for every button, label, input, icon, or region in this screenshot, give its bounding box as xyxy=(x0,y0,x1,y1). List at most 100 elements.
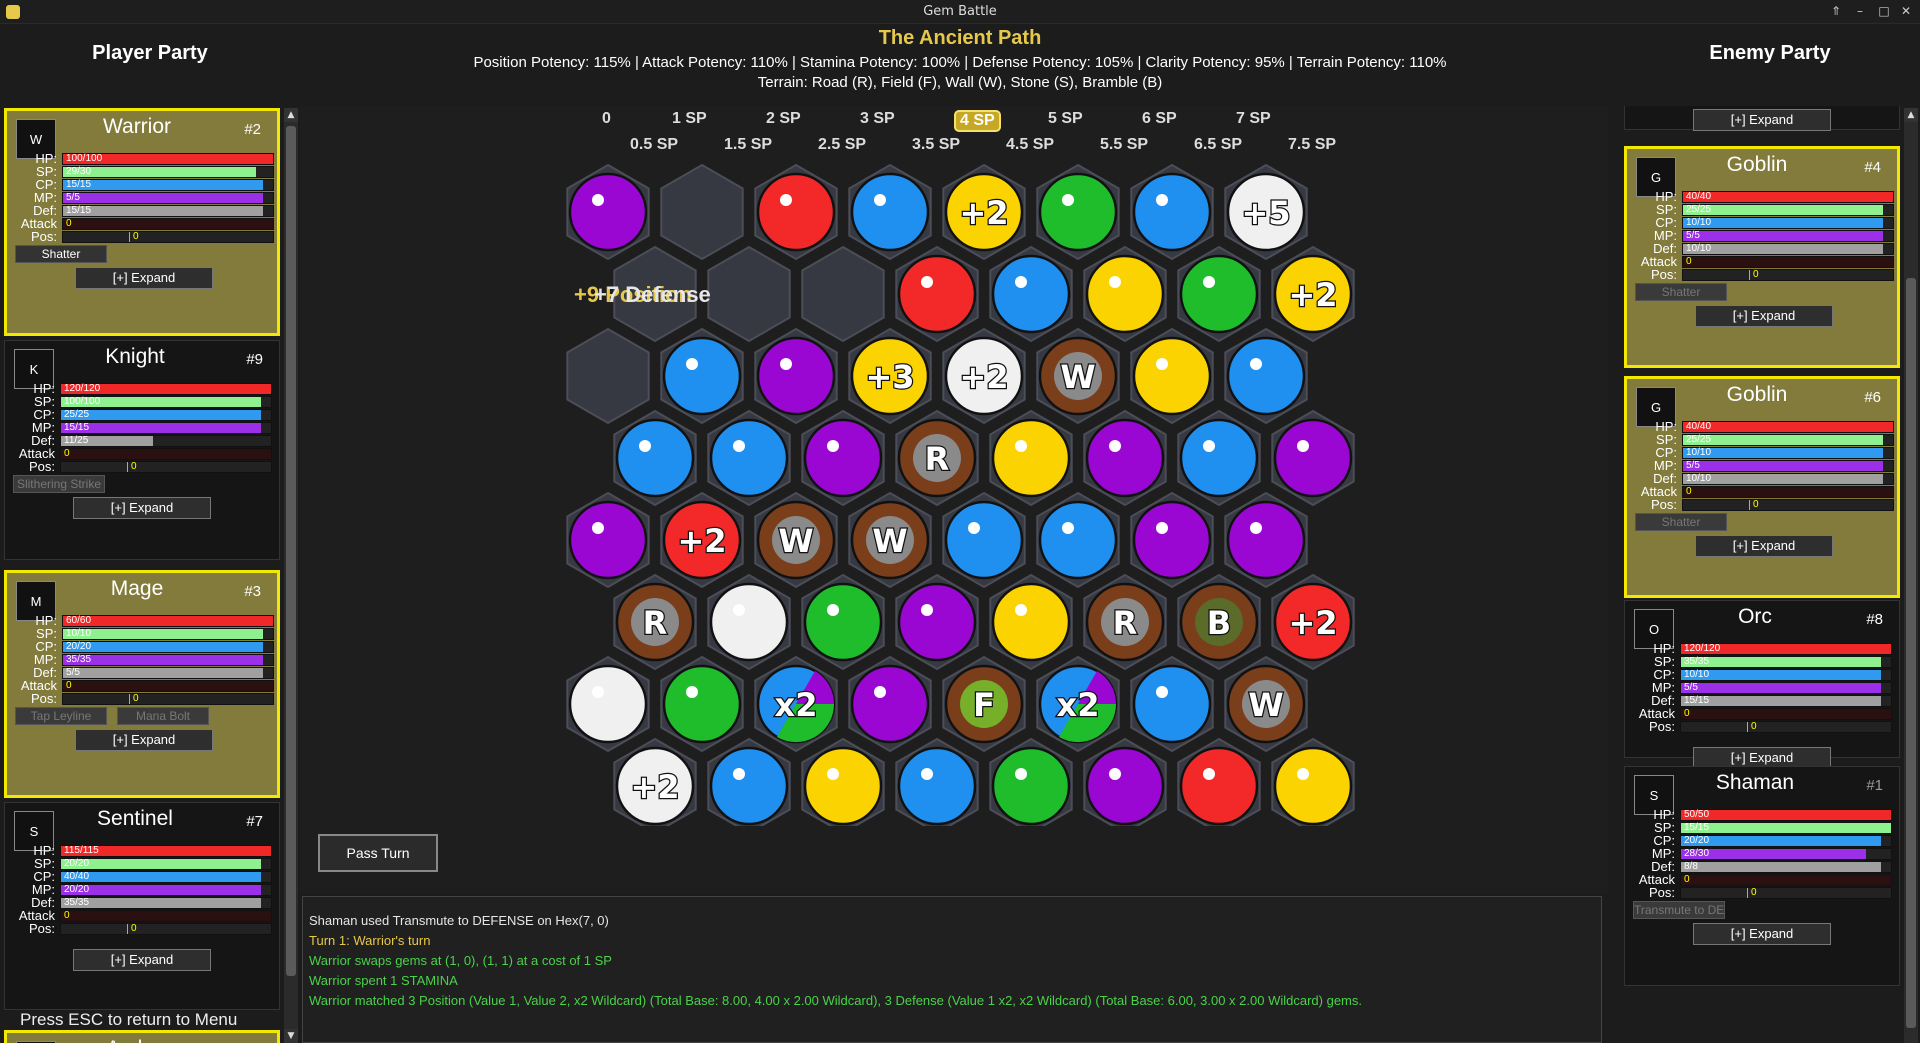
gem[interactable] xyxy=(1179,254,1259,334)
hex-cell[interactable] xyxy=(801,409,885,507)
hex-cell[interactable] xyxy=(848,163,932,261)
expand-button[interactable]: [+] Expand xyxy=(75,267,213,289)
enemy-party-scrollbar[interactable]: ▲ xyxy=(1904,108,1918,1043)
hex-cell[interactable] xyxy=(660,655,744,753)
hex-cell[interactable]: +3 xyxy=(848,327,932,425)
hex-cell[interactable] xyxy=(1224,327,1308,425)
character-card[interactable]: [+] Expand xyxy=(1624,106,1900,131)
scroll-up-icon[interactable]: ▲ xyxy=(1601,899,1602,913)
log-scrollbar[interactable]: ▲ ▼ xyxy=(1601,897,1602,1043)
gem[interactable] xyxy=(1273,746,1353,826)
hex-cell[interactable]: x2 xyxy=(754,655,838,753)
gem[interactable] xyxy=(662,336,742,416)
hex-cell[interactable] xyxy=(707,245,791,343)
gem[interactable] xyxy=(756,172,836,252)
hex-cell[interactable] xyxy=(895,737,979,826)
character-card[interactable]: S Sentinel #7 HP: 115/115 SP: 20/20 CP: 40/40 MP:… xyxy=(4,802,280,1010)
scroll-down-icon[interactable]: ▼ xyxy=(284,1029,298,1043)
hex-cell[interactable] xyxy=(1271,409,1355,507)
close-icon[interactable]: ✕ xyxy=(1898,3,1914,19)
hex-cell[interactable]: W xyxy=(848,491,932,589)
hex-cell[interactable]: W xyxy=(754,491,838,589)
gem[interactable] xyxy=(1132,664,1212,744)
ability-button[interactable]: Transmute to DEF xyxy=(1633,901,1725,919)
gem-board[interactable]: +2 +5 +2 +3 +2 W R +2 W W R R B +2 x2 Fx2 W +2 xyxy=(300,106,1608,826)
hex-cell[interactable]: +2 xyxy=(1271,245,1355,343)
hex-cell[interactable]: R xyxy=(613,573,697,671)
hex-cell[interactable]: +2 xyxy=(1271,573,1355,671)
hex-cell[interactable] xyxy=(566,327,650,425)
hex-cell[interactable] xyxy=(1083,409,1167,507)
hex-cell[interactable] xyxy=(1130,491,1214,589)
hex-cell[interactable] xyxy=(1177,737,1261,826)
gem[interactable] xyxy=(991,418,1071,498)
gem[interactable] xyxy=(1179,418,1259,498)
hex-cell[interactable]: +2 xyxy=(942,327,1026,425)
character-card[interactable]: K Knight #9 HP: 120/120 SP: 100/100 CP: 25/25 MP:… xyxy=(4,340,280,560)
ability-button[interactable]: Shatter xyxy=(15,245,107,263)
hex-cell[interactable] xyxy=(1083,245,1167,343)
hex-cell[interactable] xyxy=(1130,655,1214,753)
gem[interactable] xyxy=(991,746,1071,826)
gem[interactable] xyxy=(1132,500,1212,580)
hex-cell[interactable] xyxy=(989,409,1073,507)
scroll-thumb[interactable] xyxy=(1906,278,1916,1028)
hex-cell[interactable]: x2 xyxy=(1036,655,1120,753)
hex-cell[interactable] xyxy=(566,655,650,753)
ability-button[interactable]: Tap Leyline xyxy=(15,707,107,725)
hex-cell[interactable]: R xyxy=(1083,573,1167,671)
character-card[interactable]: AArcher#5 xyxy=(4,1030,280,1043)
hex-cell[interactable] xyxy=(613,409,697,507)
hex-cell[interactable] xyxy=(1083,737,1167,826)
expand-button[interactable]: [+] Expand xyxy=(1695,535,1833,557)
hex-cell[interactable] xyxy=(801,737,885,826)
minimize-icon[interactable]: – xyxy=(1852,3,1868,19)
hex-cell[interactable]: +2 xyxy=(660,491,744,589)
hex-cell[interactable] xyxy=(989,245,1073,343)
gem[interactable] xyxy=(1085,254,1165,334)
hex-cell[interactable] xyxy=(566,491,650,589)
hex-cell[interactable] xyxy=(848,655,932,753)
ability-button[interactable]: Slithering Strike xyxy=(13,475,105,493)
gem[interactable] xyxy=(1132,172,1212,252)
gem[interactable] xyxy=(1038,500,1118,580)
gem[interactable] xyxy=(662,664,742,744)
gem[interactable] xyxy=(709,746,789,826)
hex-cell[interactable] xyxy=(707,409,791,507)
character-card[interactable]: G Goblin #6 HP: 40/40 SP: 25/25 CP: 10/10 MP: 5/5 D… xyxy=(1624,376,1900,598)
hex-cell[interactable]: W xyxy=(1224,655,1308,753)
expand-button[interactable]: [+] Expand xyxy=(1693,923,1831,945)
gem[interactable] xyxy=(897,746,977,826)
gem[interactable] xyxy=(709,418,789,498)
gem[interactable] xyxy=(568,500,648,580)
hex-cell[interactable] xyxy=(1224,491,1308,589)
gem[interactable] xyxy=(1132,336,1212,416)
hex-cell[interactable] xyxy=(660,327,744,425)
expand-button[interactable]: [+] Expand xyxy=(73,949,211,971)
hex-cell[interactable] xyxy=(801,245,885,343)
hex-cell[interactable] xyxy=(989,573,1073,671)
hex-cell[interactable] xyxy=(895,573,979,671)
gem[interactable] xyxy=(803,582,883,662)
hex-cell[interactable] xyxy=(707,573,791,671)
gem[interactable] xyxy=(568,172,648,252)
character-card[interactable]: W Warrior #2 HP: 100/100 SP: 29/30 CP: 15/15 MP: 5… xyxy=(4,108,280,336)
maximize-icon[interactable]: □ xyxy=(1876,3,1892,19)
hex-cell[interactable]: R xyxy=(895,409,979,507)
hex-cell[interactable] xyxy=(1177,245,1261,343)
hex-cell[interactable] xyxy=(895,245,979,343)
hex-cell[interactable]: +2 xyxy=(613,737,697,826)
hex-cell[interactable] xyxy=(1271,737,1355,826)
gem[interactable] xyxy=(1038,172,1118,252)
gem[interactable] xyxy=(897,254,977,334)
pass-turn-button[interactable]: Pass Turn xyxy=(318,834,438,872)
character-card[interactable]: S Shaman #1 HP: 50/50 SP: 15/15 CP: 20/20 MP: 28/3… xyxy=(1624,766,1900,986)
player-party-scrollbar[interactable]: ▲ ▼ xyxy=(284,108,298,1043)
gem[interactable] xyxy=(897,582,977,662)
hex-cell[interactable] xyxy=(566,163,650,261)
gem[interactable] xyxy=(803,418,883,498)
hex-cell[interactable]: F xyxy=(942,655,1026,753)
scroll-down-icon[interactable]: ▼ xyxy=(1601,1028,1602,1042)
expand-button[interactable]: [+] Expand xyxy=(75,729,213,751)
hex-cell[interactable] xyxy=(707,737,791,826)
